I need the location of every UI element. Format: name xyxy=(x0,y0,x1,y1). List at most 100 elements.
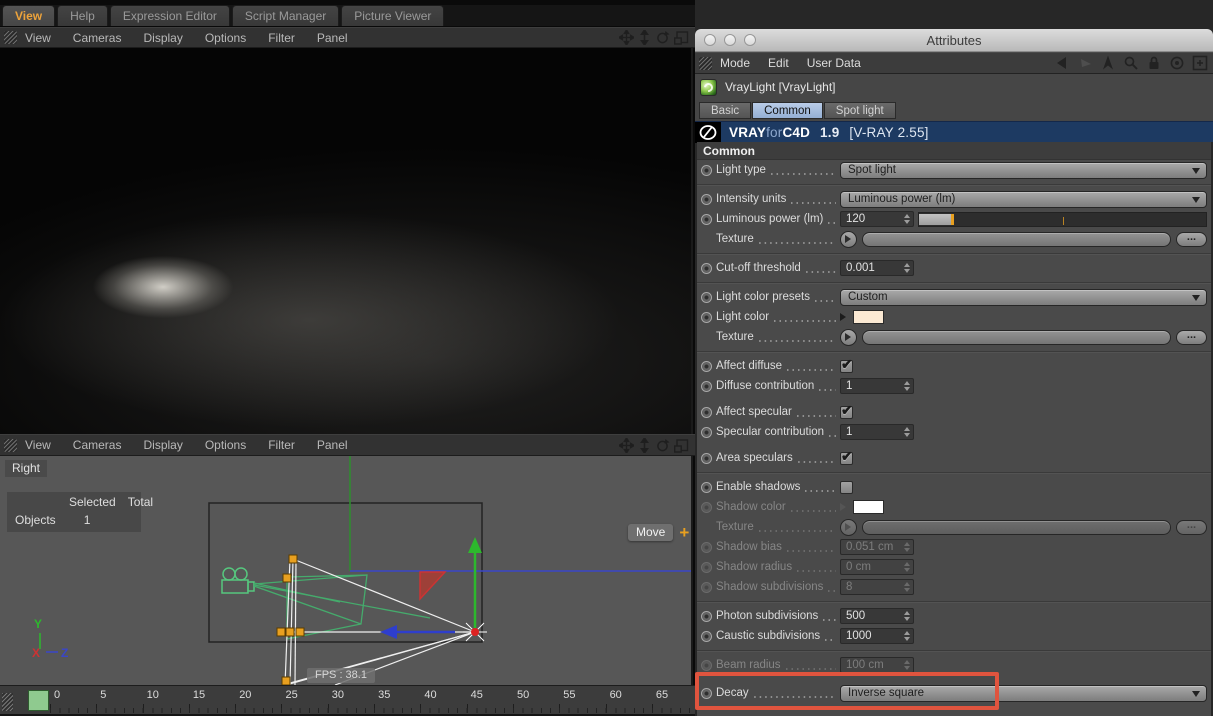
keyframe-circle[interactable] xyxy=(701,164,712,176)
search-icon[interactable] xyxy=(1123,55,1139,71)
lock-icon[interactable] xyxy=(1146,55,1162,71)
spinner-icon[interactable] xyxy=(904,539,910,555)
keyframe-circle[interactable] xyxy=(701,541,712,553)
window-tab-expression-editor[interactable]: Expression Editor xyxy=(109,5,230,26)
rotate-icon[interactable] xyxy=(655,30,670,45)
toggle-view-icon[interactable] xyxy=(674,438,689,453)
photon-subdivisions-field[interactable]: 500 xyxy=(840,608,914,624)
area-speculars-checkbox[interactable]: ✔ xyxy=(840,448,853,465)
pan-icon[interactable] xyxy=(619,30,634,45)
luminous-power-lm-slider[interactable] xyxy=(918,211,1207,227)
keyframe-circle[interactable] xyxy=(701,380,712,392)
keyframe-circle[interactable] xyxy=(701,659,712,671)
window-tab-help[interactable]: Help xyxy=(57,5,108,26)
enable-shadows-checkbox[interactable] xyxy=(840,480,853,494)
light-color-presets-dropdown[interactable]: Custom xyxy=(840,288,1207,306)
viewport2-menu-options[interactable]: Options xyxy=(205,438,246,452)
viewport1-menu-cameras[interactable]: Cameras xyxy=(73,31,122,45)
window-tab-picture-viewer[interactable]: Picture Viewer xyxy=(341,5,445,26)
spinner-icon[interactable] xyxy=(904,559,910,575)
pan-icon[interactable] xyxy=(619,437,634,453)
spinner-icon[interactable] xyxy=(904,378,910,394)
target-icon[interactable] xyxy=(1169,55,1185,71)
viewport2-menu-filter[interactable]: Filter xyxy=(268,438,295,452)
attribute-tab-spot-light[interactable]: Spot light xyxy=(823,102,896,119)
affect-diffuse-checkbox[interactable]: ✔ xyxy=(840,356,853,373)
selected-object-row[interactable]: VrayLight [VrayLight] xyxy=(695,74,1213,100)
viewport2-menu-cameras[interactable]: Cameras xyxy=(73,438,122,452)
shadow-subdivisions-field[interactable]: 8 xyxy=(840,579,914,595)
viewport1-menu-panel[interactable]: Panel xyxy=(317,31,348,45)
expand-triangle-icon[interactable] xyxy=(840,313,850,321)
keyframe-circle[interactable] xyxy=(701,311,712,323)
texture-expand-button[interactable] xyxy=(840,230,857,248)
viewport2-menu-display[interactable]: Display xyxy=(143,438,182,452)
rotate-icon[interactable] xyxy=(655,438,670,453)
slider-handle-tick[interactable] xyxy=(950,213,954,225)
keyframe-circle[interactable] xyxy=(701,610,712,622)
attribute-tab-basic[interactable]: Basic xyxy=(699,102,752,119)
window-tab-view[interactable]: View xyxy=(2,5,56,26)
shadow-color-swatch[interactable] xyxy=(853,500,884,514)
viewport-view-label[interactable]: Right xyxy=(5,460,48,477)
spinner-icon[interactable] xyxy=(904,628,910,644)
viewport2-menu-view[interactable]: View xyxy=(25,438,51,452)
history-back-icon[interactable] xyxy=(1054,55,1070,71)
texture-link-field[interactable] xyxy=(862,519,1171,535)
keyframe-circle[interactable] xyxy=(701,360,712,372)
shadow-bias-field[interactable]: 0.051 cm xyxy=(840,539,914,555)
texture-link-field[interactable] xyxy=(862,231,1171,247)
viewport1-menu-options[interactable]: Options xyxy=(205,31,246,45)
texture-link-field[interactable] xyxy=(862,329,1171,345)
attributes-titlebar[interactable]: Attributes xyxy=(695,29,1213,52)
diffuse-contribution-field[interactable]: 1 xyxy=(840,378,914,394)
light-type-dropdown[interactable]: Spot light xyxy=(840,161,1207,179)
affect-specular-checkbox[interactable]: ✔ xyxy=(840,402,853,419)
keyframe-circle[interactable] xyxy=(701,561,712,573)
intensity-units-dropdown[interactable]: Luminous power (lm) xyxy=(840,190,1207,208)
texture-expand-button[interactable] xyxy=(840,328,857,346)
texture-browse-button[interactable]: ... xyxy=(1176,519,1207,535)
history-forward-icon[interactable] xyxy=(1077,55,1093,71)
keyframe-circle[interactable] xyxy=(701,452,712,464)
arrow-cursor-icon[interactable] xyxy=(1100,55,1116,71)
spinner-icon[interactable] xyxy=(904,657,910,673)
expand-triangle-icon[interactable] xyxy=(840,503,850,511)
viewport2-menu-panel[interactable]: Panel xyxy=(317,438,348,452)
new-panel-icon[interactable] xyxy=(1192,55,1208,71)
keyframe-circle[interactable] xyxy=(701,481,712,493)
keyframe-circle[interactable] xyxy=(701,687,712,699)
dolly-icon[interactable] xyxy=(638,30,651,45)
attributes-menu-mode[interactable]: Mode xyxy=(720,56,750,70)
specular-contribution-field[interactable]: 1 xyxy=(840,424,914,440)
attributes-menu-user-data[interactable]: User Data xyxy=(807,56,861,70)
render-viewport[interactable] xyxy=(0,48,693,434)
texture-browse-button[interactable]: ... xyxy=(1176,329,1207,345)
luminous-power-lm-field[interactable]: 120 xyxy=(840,211,914,227)
texture-expand-button[interactable] xyxy=(840,518,857,536)
viewport1-menu-display[interactable]: Display xyxy=(143,31,182,45)
keyframe-circle[interactable] xyxy=(701,630,712,642)
attributes-menu-edit[interactable]: Edit xyxy=(768,56,789,70)
current-frame-marker[interactable] xyxy=(28,690,49,711)
spinner-icon[interactable] xyxy=(904,211,910,227)
viewport1-menu-filter[interactable]: Filter xyxy=(268,31,295,45)
light-color-swatch[interactable] xyxy=(853,310,884,324)
shadow-radius-field[interactable]: 0 cm xyxy=(840,559,914,575)
spinner-icon[interactable] xyxy=(904,424,910,440)
viewport1-menu-view[interactable]: View xyxy=(25,31,51,45)
spinner-icon[interactable] xyxy=(904,579,910,595)
timeline-grip-icon[interactable] xyxy=(2,693,13,711)
texture-browse-button[interactable]: ... xyxy=(1176,231,1207,247)
attribute-tab-common[interactable]: Common xyxy=(752,102,823,119)
panel-grip-icon[interactable] xyxy=(4,31,17,44)
wireframe-viewport[interactable]: Y X Z Right Selected Total Objects 1 FPS… xyxy=(0,456,693,685)
decay-dropdown[interactable]: Inverse square xyxy=(840,684,1207,702)
toggle-view-icon[interactable] xyxy=(674,30,689,45)
keyframe-circle[interactable] xyxy=(701,193,712,205)
window-tab-script-manager[interactable]: Script Manager xyxy=(231,5,340,26)
keyframe-circle[interactable] xyxy=(701,406,712,418)
keyframe-circle[interactable] xyxy=(701,291,712,303)
keyframe-circle[interactable] xyxy=(701,426,712,438)
keyframe-circle[interactable] xyxy=(701,581,712,593)
